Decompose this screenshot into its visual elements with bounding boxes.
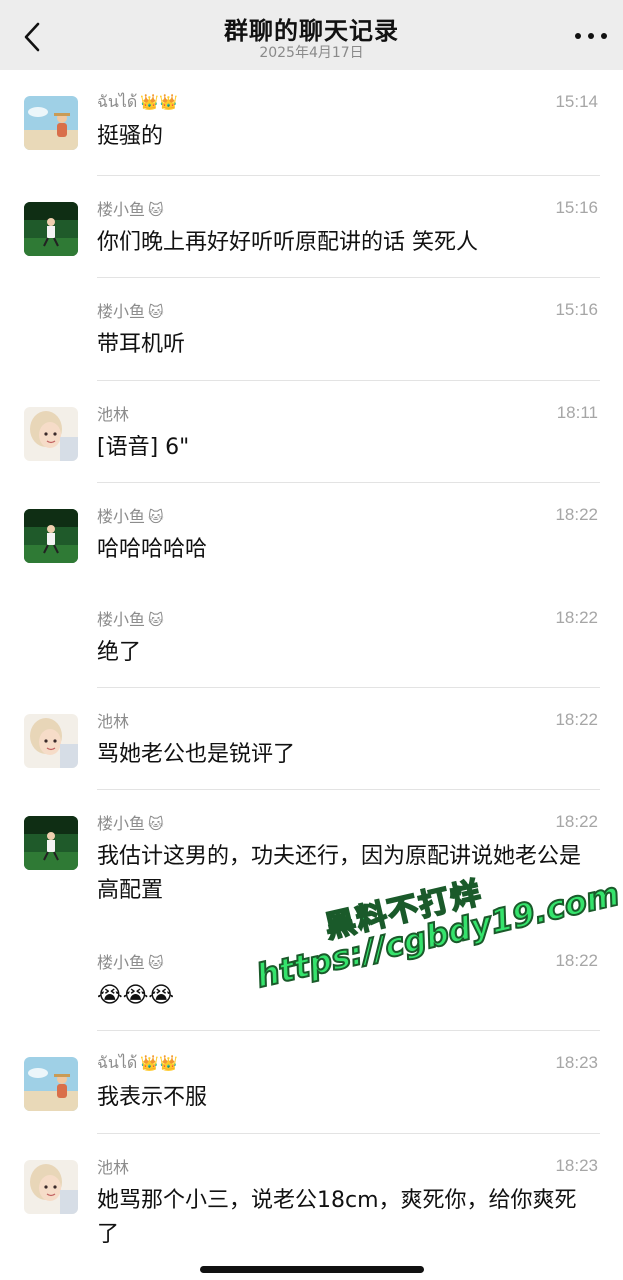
sender-badge: 🐱 (148, 303, 164, 321)
message-text: 绝了 (97, 640, 142, 665)
sender-name: 楼小鱼 (97, 953, 146, 972)
message-time: 18:22 (555, 951, 598, 970)
message-text: 带耳机听 (97, 332, 186, 357)
sender-name: 楼小鱼 (97, 200, 146, 219)
message-time: 18:22 (555, 505, 598, 524)
sender-badge: 🐱 (148, 201, 164, 219)
message-row[interactable]: 楼小鱼 🐱 18:22 绝了 (0, 586, 623, 688)
message-row[interactable]: 楼小鱼 🐱 15:16 带耳机听 (0, 278, 623, 381)
home-indicator-bar[interactable] (200, 1266, 424, 1273)
beach-photo-avatar[interactable] (24, 96, 78, 150)
green-field-avatar[interactable] (24, 509, 78, 563)
message-time: 18:22 (555, 812, 598, 831)
message-text: 我表示不服 (97, 1085, 208, 1110)
message-text: 😭😭😭 (97, 983, 175, 1008)
header-bar: 群聊的聊天记录 2025年4月17日 (0, 0, 623, 70)
message-row[interactable]: 楼小鱼 🐱 18:22 😭😭😭 (0, 929, 623, 1031)
message-text: 哈哈哈哈哈 (97, 537, 208, 562)
message-text: [语音] 6" (97, 435, 190, 460)
message-row[interactable]: ฉันได้ 👑👑 18:23 我表示不服 (0, 1031, 623, 1134)
message-text: 我估计这男的，功夫还行，因为原配讲说她老公是高配置 (97, 844, 582, 903)
message-row[interactable]: 池林 18:11 [语音] 6" (0, 381, 623, 483)
message-row[interactable]: 楼小鱼 🐱 15:16 你们晚上再好好听听原配讲的话 笑死人 (0, 176, 623, 278)
message-text: 她骂那个小三，说老公18cm，爽死你，给你爽死了 (97, 1188, 577, 1247)
more-dots-icon[interactable] (573, 26, 609, 46)
message-time: 18:23 (555, 1156, 598, 1175)
sender-badge: 🐱 (148, 508, 164, 526)
message-time: 15:16 (555, 198, 598, 217)
message-row[interactable]: ฉันได้ 👑👑 15:14 挺骚的 (0, 70, 623, 176)
message-row[interactable]: 楼小鱼 🐱 18:22 我估计这男的，功夫还行，因为原配讲说她老公是高配置 (0, 790, 623, 929)
message-text: 骂她老公也是锐评了 (97, 742, 296, 767)
message-text: 你们晚上再好好听听原配讲的话 笑死人 (97, 230, 478, 255)
page-title: 群聊的聊天记录 (224, 17, 399, 45)
message-row[interactable]: 池林 18:23 她骂那个小三，说老公18cm，爽死你，给你爽死了 (0, 1134, 623, 1274)
sender-name: 楼小鱼 (97, 507, 146, 526)
sender-name: 池林 (97, 1158, 130, 1177)
sender-badge: 🐱 (148, 815, 164, 833)
green-field-avatar[interactable] (24, 202, 78, 256)
message-time: 15:14 (555, 92, 598, 111)
message-time: 18:23 (555, 1053, 598, 1072)
sender-name: 池林 (97, 712, 130, 731)
sender-name: ฉันได้ (97, 1053, 138, 1072)
beach-photo-avatar[interactable] (24, 1057, 78, 1111)
message-time: 15:16 (555, 300, 598, 319)
page-subtitle-date: 2025年4月17日 (259, 45, 364, 61)
sender-badge: 🐱 (148, 954, 164, 972)
message-time: 18:11 (556, 403, 598, 422)
message-row[interactable]: 楼小鱼 🐱 18:22 哈哈哈哈哈 (0, 483, 623, 586)
message-time: 18:22 (555, 608, 598, 627)
sender-name: 楼小鱼 (97, 814, 146, 833)
sender-name: ฉันได้ (97, 92, 138, 111)
message-row[interactable]: 池林 18:22 骂她老公也是锐评了 (0, 688, 623, 790)
sender-name: 楼小鱼 (97, 302, 146, 321)
anime-girl-avatar[interactable] (24, 714, 78, 768)
sender-name: 楼小鱼 (97, 610, 146, 629)
sender-badge: 👑👑 (140, 93, 178, 111)
message-text: 挺骚的 (97, 124, 164, 149)
sender-badge: 👑👑 (140, 1054, 178, 1072)
sender-badge: 🐱 (148, 611, 164, 629)
anime-girl-avatar[interactable] (24, 407, 78, 461)
anime-girl-avatar[interactable] (24, 1160, 78, 1214)
green-field-avatar[interactable] (24, 816, 78, 870)
sender-name: 池林 (97, 405, 130, 424)
message-time: 18:22 (555, 710, 598, 729)
